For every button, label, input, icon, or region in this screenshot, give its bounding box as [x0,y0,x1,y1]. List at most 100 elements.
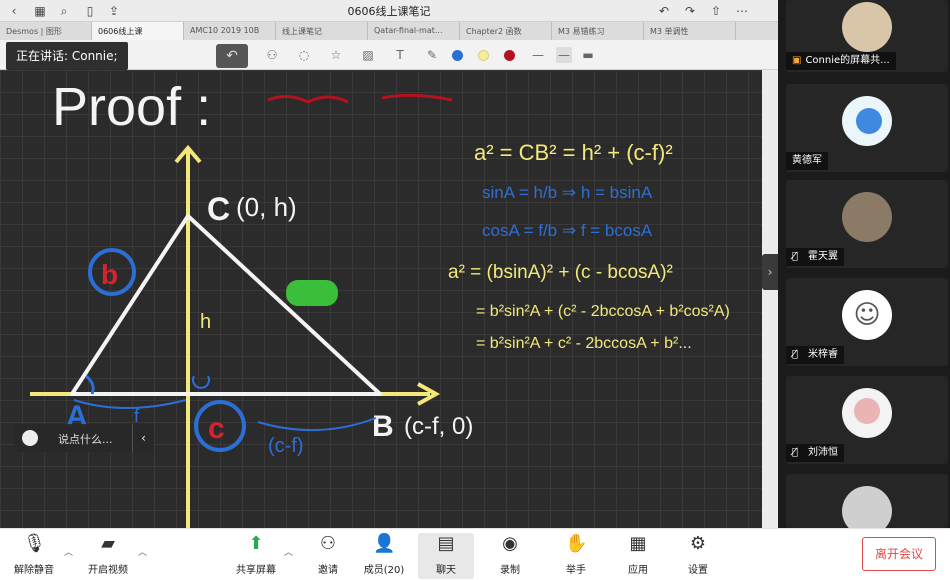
unmute-label: 解除静音 [14,565,54,576]
participant-tile[interactable]: ☺ 🎙̸ 米梓睿 [786,278,948,366]
segment-f-label: f [134,406,140,426]
meeting-window: ‹ ▦ ⌕ ▯ ⇪ 0606线上课笔记 ↶ ↷ ⇧ ⋯ Desmos | 图形 … [0,0,950,580]
proof-title: Proof : [52,77,211,137]
document-tabs: Desmos | 图形 0606线上课 AMC10 2019 10B 线上课笔记… [0,22,778,40]
participant-nameplate: 🎙̸ 米梓睿 [786,346,844,364]
text-icon[interactable]: T [392,47,408,63]
mic-muted-icon: 🎙̸ [792,251,799,262]
vertex-c-coord: (0, h) [236,192,297,222]
start-video-button[interactable]: ▰ 开启视频 [80,533,136,579]
color-red-swatch[interactable] [504,50,515,61]
cat-avatar-icon [842,192,892,242]
participant-nameplate: 🎙̸ 刘沛恒 [786,444,844,462]
participant-tile[interactable]: 🎙̸ 刘沛恒 [786,376,948,464]
quick-chat-placeholder[interactable]: 说点什么... [58,431,113,447]
participant-name: 刘沛恒 [808,447,838,458]
thick-line-icon[interactable]: ▬ [580,47,596,63]
audio-options-chevron-icon[interactable]: ︿ [64,545,73,558]
add-user-icon: ⚇ [319,533,337,554]
screen-share-icon: ▣ [792,55,802,66]
monkey-avatar-icon [842,388,892,438]
segment-cf-label: (c-f) [268,435,304,457]
whiteboard-canvas[interactable]: Proof : C (0, h) h A B (c-f, 0) b c f (c… [0,70,762,528]
undo-button[interactable]: ↶ [216,44,248,68]
quick-chat-bar[interactable]: 说点什么... ‹ [14,424,154,452]
apps-button[interactable]: ▦ 应用 [610,533,666,579]
apps-icon: ▦ [629,533,647,554]
side-a-highlight [286,280,338,306]
participant-tile[interactable]: 🎙̸ 霍天翼 [786,180,948,268]
user-avatar-icon [842,486,892,528]
settings-button[interactable]: ⚙ 设置 [670,533,726,579]
color-blue-swatch[interactable] [452,50,463,61]
record-button[interactable]: ◉ 录制 [482,533,538,579]
doc-tab[interactable]: M3 易错练习 [552,22,644,40]
apps-label: 应用 [628,565,648,576]
unmute-button[interactable]: 🎙 解除静音 [6,533,62,579]
raise-hand-button[interactable]: ✋ 举手 [548,533,604,579]
image-icon[interactable]: ▨ [360,47,376,63]
equation-1: a² = CB² = h² + (c-f)² [474,140,673,165]
participant-nameplate: ▣ Connie的屏幕共... [786,52,896,70]
doc-tab[interactable]: AMC10 2019 10B [184,22,276,40]
emoji-icon[interactable] [22,430,38,446]
mic-muted-icon: 🎙̸ [792,447,799,458]
chat-icon: ▤ [437,533,455,554]
notes-app-titlebar: ‹ ▦ ⌕ ▯ ⇪ 0606线上课笔记 ↶ ↷ ⇧ ⋯ [0,0,778,22]
share-options-chevron-icon[interactable]: ︿ [284,545,293,558]
doc-tab-active[interactable]: 0606线上课 [92,22,184,40]
undo-icon[interactable]: ↶ [656,3,672,19]
export-icon[interactable]: ⇧ [708,3,724,19]
vertex-c-label: C [207,191,230,227]
thin-line-icon[interactable]: — [530,47,546,63]
equation-5: = b²sin²A + (c² - 2bccosA + b²cos²A) [476,303,730,320]
doc-tab[interactable]: M3 单调性 [644,22,736,40]
lasso-icon[interactable]: ◌ [296,47,312,63]
leave-meeting-button[interactable]: 离开会议 [862,537,936,571]
side-c-label: c [208,412,225,445]
right-angle-mark [192,375,210,389]
doc-tab[interactable]: Desmos | 图形 [0,22,92,40]
redo-icon[interactable]: ↷ [682,3,698,19]
doc-tab[interactable]: Chapter2 函数 [460,22,552,40]
members-label: 成员(20) [363,565,405,576]
vertex-b-label: B [372,410,394,443]
mic-muted-icon: 🎙̸ [792,349,799,360]
pen-icon[interactable]: ✎ [424,47,440,63]
invite-label: 邀请 [318,565,338,576]
participant-tile[interactable] [786,474,948,528]
participant-nameplate: 黄德军 [786,152,828,170]
collapse-gallery-button[interactable]: › [762,254,778,290]
members-button[interactable]: 👤 成员(20) [356,533,412,579]
chat-button[interactable]: ▤ 聊天 [418,533,474,579]
settings-label: 设置 [688,565,708,576]
meeting-controls: 🎙 解除静音 ︿ ▰ 开启视频 ︿ ⬆ 共享屏幕 ︿ ⚇ 邀请 👤 成员(20)… [0,528,950,580]
equation-6: = b²sin²A + c² - 2bccosA + b²... [476,335,692,352]
participant-tile[interactable]: 黄德军 [786,84,948,172]
participant-tile[interactable]: ▣ Connie的屏幕共... [786,0,948,72]
share-screen-button[interactable]: ⬆ 共享屏幕 [228,533,284,579]
record-label: 录制 [500,565,520,576]
start-video-label: 开启视频 [88,565,128,576]
chevron-left-icon[interactable]: ‹ [132,424,154,452]
participant-nameplate: 🎙̸ 霍天翼 [786,248,844,266]
snail-avatar-icon [842,96,892,146]
medium-line-icon[interactable]: — [556,47,572,63]
board-scrollbar[interactable] [762,70,778,528]
vertex-b-coord: (c-f, 0) [404,413,473,440]
shared-screen: ‹ ▦ ⌕ ▯ ⇪ 0606线上课笔记 ↶ ↷ ⇧ ⋯ Desmos | 图形 … [0,0,778,528]
participant-name: 黄德军 [792,155,822,166]
more-icon[interactable]: ⋯ [734,3,750,19]
equation-2: sinA = h/b ⇒ h = bsinA [482,183,653,202]
erased-scribble [267,93,453,104]
gear-icon: ⚙ [689,533,707,554]
invite-button[interactable]: ⚇ 邀请 [300,533,356,579]
video-options-chevron-icon[interactable]: ︿ [138,545,147,558]
shapes-icon[interactable]: ⚇ [264,47,280,63]
share-screen-icon: ⬆ [248,533,264,554]
doc-tab[interactable]: Qatar-final-mat... [368,22,460,40]
color-yellow-swatch[interactable] [478,50,489,61]
doc-tab[interactable]: 线上课笔记 [276,22,368,40]
angle-a-mark [85,374,95,395]
sticker-icon[interactable]: ☆ [328,47,344,63]
